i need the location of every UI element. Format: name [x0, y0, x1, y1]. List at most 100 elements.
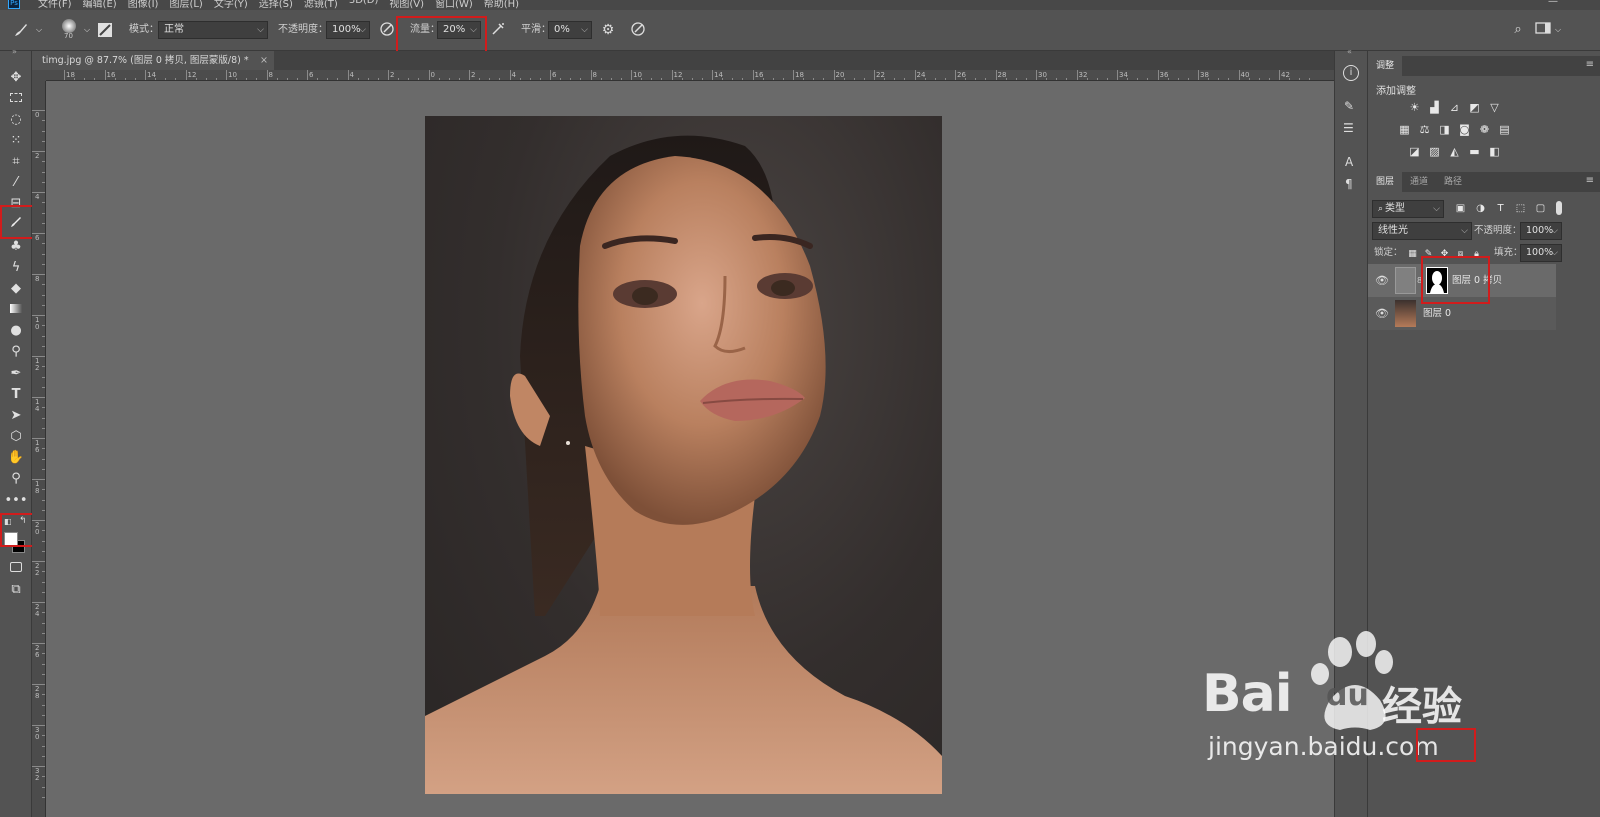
tab-layers[interactable]: 图层	[1368, 172, 1403, 192]
collapse-arrows-icon[interactable]: «	[1347, 47, 1352, 56]
chevron-down-icon[interactable]: ⌵	[82, 21, 92, 39]
gear-icon[interactable]: ⚙	[599, 21, 617, 39]
pen-tool-icon[interactable]: ✒	[4, 364, 28, 383]
crop-tool-icon[interactable]: ⌗	[4, 152, 28, 171]
healing-brush-tool-icon[interactable]: ⊟	[4, 194, 28, 213]
gradient-tool-icon[interactable]	[4, 300, 28, 319]
brush-preset-icon[interactable]	[12, 21, 30, 45]
brush-settings-icon[interactable]: ✎	[1344, 99, 1354, 113]
quick-select-tool-icon[interactable]: ⁙	[4, 131, 28, 150]
close-icon[interactable]: ×	[260, 51, 268, 70]
screen-mode-icon[interactable]: ⧉	[4, 580, 28, 599]
airbrush-icon[interactable]	[489, 21, 507, 43]
quick-mask-icon[interactable]	[4, 559, 28, 578]
brush-tip-icon[interactable]	[62, 19, 76, 33]
menu-filter[interactable]: 滤镜(T)	[304, 0, 338, 10]
lock-all-icon[interactable]: 🔒︎	[1470, 248, 1483, 260]
default-colors-icon[interactable]: ◧	[4, 517, 12, 526]
lock-pixels-icon[interactable]: ✎	[1422, 248, 1435, 260]
dodge-tool-icon[interactable]: ⚲	[4, 342, 28, 361]
panel-menu-icon[interactable]: ≡	[1586, 59, 1594, 70]
smoothing-field[interactable]: 0% ⌵	[548, 21, 592, 39]
selective-color-icon[interactable]: ▬	[1468, 146, 1481, 158]
menu-select[interactable]: 选择(S)	[259, 0, 293, 10]
visibility-eye-icon[interactable]: 👁︎	[1375, 274, 1389, 287]
menu-layer[interactable]: 图层(L)	[169, 0, 202, 10]
shape-tool-icon[interactable]: ⬡	[4, 427, 28, 446]
filter-kind-select[interactable]: ⌕ 类型 ⌵	[1372, 200, 1444, 218]
character-icon[interactable]: A	[1345, 155, 1353, 169]
pressure-size-icon[interactable]	[629, 21, 647, 43]
lock-transparent-icon[interactable]: ▦	[1406, 248, 1419, 260]
threshold-icon[interactable]: ◭	[1448, 146, 1461, 158]
layer-opacity-field[interactable]: 100% ⌵	[1520, 222, 1562, 240]
color-lookup-icon[interactable]: ▤	[1498, 124, 1511, 136]
photo-filter-icon[interactable]: ◙	[1458, 124, 1471, 136]
menu-type[interactable]: 文字(Y)	[214, 0, 248, 10]
paragraph-icon[interactable]: ¶	[1345, 177, 1353, 191]
layer-mask-thumbnail[interactable]	[1426, 267, 1448, 294]
history-brush-tool-icon[interactable]: ϟ	[4, 258, 28, 277]
move-tool-icon[interactable]: ✥	[4, 68, 28, 87]
posterize-icon[interactable]: ▨	[1428, 146, 1441, 158]
hand-tool-icon[interactable]: ✋	[4, 448, 28, 467]
minimize-icon[interactable]: —	[1548, 0, 1558, 7]
exposure-icon[interactable]: ◩	[1468, 102, 1481, 114]
pressure-opacity-icon[interactable]	[378, 21, 396, 43]
clone-stamp-tool-icon[interactable]: ♣	[4, 237, 28, 256]
visibility-eye-icon[interactable]: 👁︎	[1375, 307, 1389, 320]
curves-icon[interactable]: ⊿	[1448, 102, 1461, 114]
link-icon[interactable]: 8	[1417, 276, 1422, 285]
adjustments-sliders-icon[interactable]: ☰	[1343, 121, 1354, 135]
black-white-icon[interactable]: ◨	[1438, 124, 1451, 136]
zoom-tool-icon[interactable]: ⚲	[4, 469, 28, 488]
filter-toggle[interactable]	[1556, 201, 1562, 215]
brightness-icon[interactable]: ☀	[1408, 102, 1421, 114]
chevron-down-icon[interactable]: ⌵	[34, 21, 44, 39]
panel-menu-icon[interactable]: ≡	[1586, 175, 1594, 186]
menu-window[interactable]: 窗口(W)	[435, 0, 473, 10]
brush-tool-icon[interactable]	[4, 215, 28, 234]
blend-mode-select[interactable]: 线性光 ⌵	[1372, 222, 1472, 240]
foreground-color-swatch[interactable]	[4, 532, 18, 546]
gradient-map-icon[interactable]: ◧	[1488, 146, 1501, 158]
color-balance-icon[interactable]: ⚖	[1418, 124, 1431, 136]
tab-channels[interactable]: 通道	[1402, 172, 1436, 192]
more-tools-icon[interactable]: •••	[4, 491, 28, 510]
vibrance-icon[interactable]: ▽	[1488, 102, 1501, 114]
filter-shape-icon[interactable]: ⬚	[1514, 203, 1527, 215]
menu-image[interactable]: 图像(I)	[128, 0, 159, 10]
brush-panel-icon[interactable]	[98, 23, 112, 37]
eraser-tool-icon[interactable]: ◆	[4, 279, 28, 298]
menu-view[interactable]: 视图(V)	[389, 0, 424, 10]
search-icon[interactable]: ⌕	[1509, 21, 1527, 39]
hue-saturation-icon[interactable]: ▦	[1398, 124, 1411, 136]
menu-file[interactable]: 文件(F)	[38, 0, 72, 10]
lock-position-icon[interactable]: ✥	[1438, 248, 1451, 260]
levels-icon[interactable]: ▟	[1428, 102, 1441, 114]
chevron-down-icon[interactable]: ⌵	[1553, 21, 1563, 39]
document-tab[interactable]: timg.jpg @ 87.7% (图层 0 拷贝, 图层蒙版/8) * ×	[32, 51, 274, 70]
invert-icon[interactable]: ◪	[1408, 146, 1421, 158]
layer-row-base[interactable]: 👁︎ 图层 0	[1368, 297, 1556, 330]
filter-type-icon[interactable]: T	[1494, 203, 1507, 215]
blur-tool-icon[interactable]: ●	[4, 321, 28, 340]
menu-3d[interactable]: 3D(D)	[349, 0, 379, 10]
fill-field[interactable]: 100% ⌵	[1520, 244, 1562, 262]
opacity-field[interactable]: 100% ⌵	[326, 21, 370, 39]
flow-field[interactable]: 20% ⌵	[437, 21, 481, 39]
tab-adjustments[interactable]: 调整	[1368, 56, 1403, 76]
menu-edit[interactable]: 编辑(E)	[83, 0, 117, 10]
path-select-tool-icon[interactable]: ➤	[4, 406, 28, 425]
type-tool-icon[interactable]: T	[4, 385, 28, 404]
eyedropper-tool-icon[interactable]: ⁄	[4, 173, 28, 192]
workspace-icon[interactable]	[1534, 21, 1552, 41]
filter-smart-object-icon[interactable]: ▢	[1534, 203, 1547, 215]
menu-help[interactable]: 帮助(H)	[484, 0, 519, 10]
mode-select[interactable]: 正常 ⌵	[158, 21, 268, 39]
marquee-tool-icon[interactable]	[4, 89, 28, 108]
filter-adjustment-icon[interactable]: ◑	[1474, 203, 1487, 215]
lock-artboard-icon[interactable]: ⧈	[1454, 248, 1467, 260]
portrait-photo[interactable]	[425, 116, 942, 794]
swap-colors-icon[interactable]: ↰	[19, 516, 27, 526]
